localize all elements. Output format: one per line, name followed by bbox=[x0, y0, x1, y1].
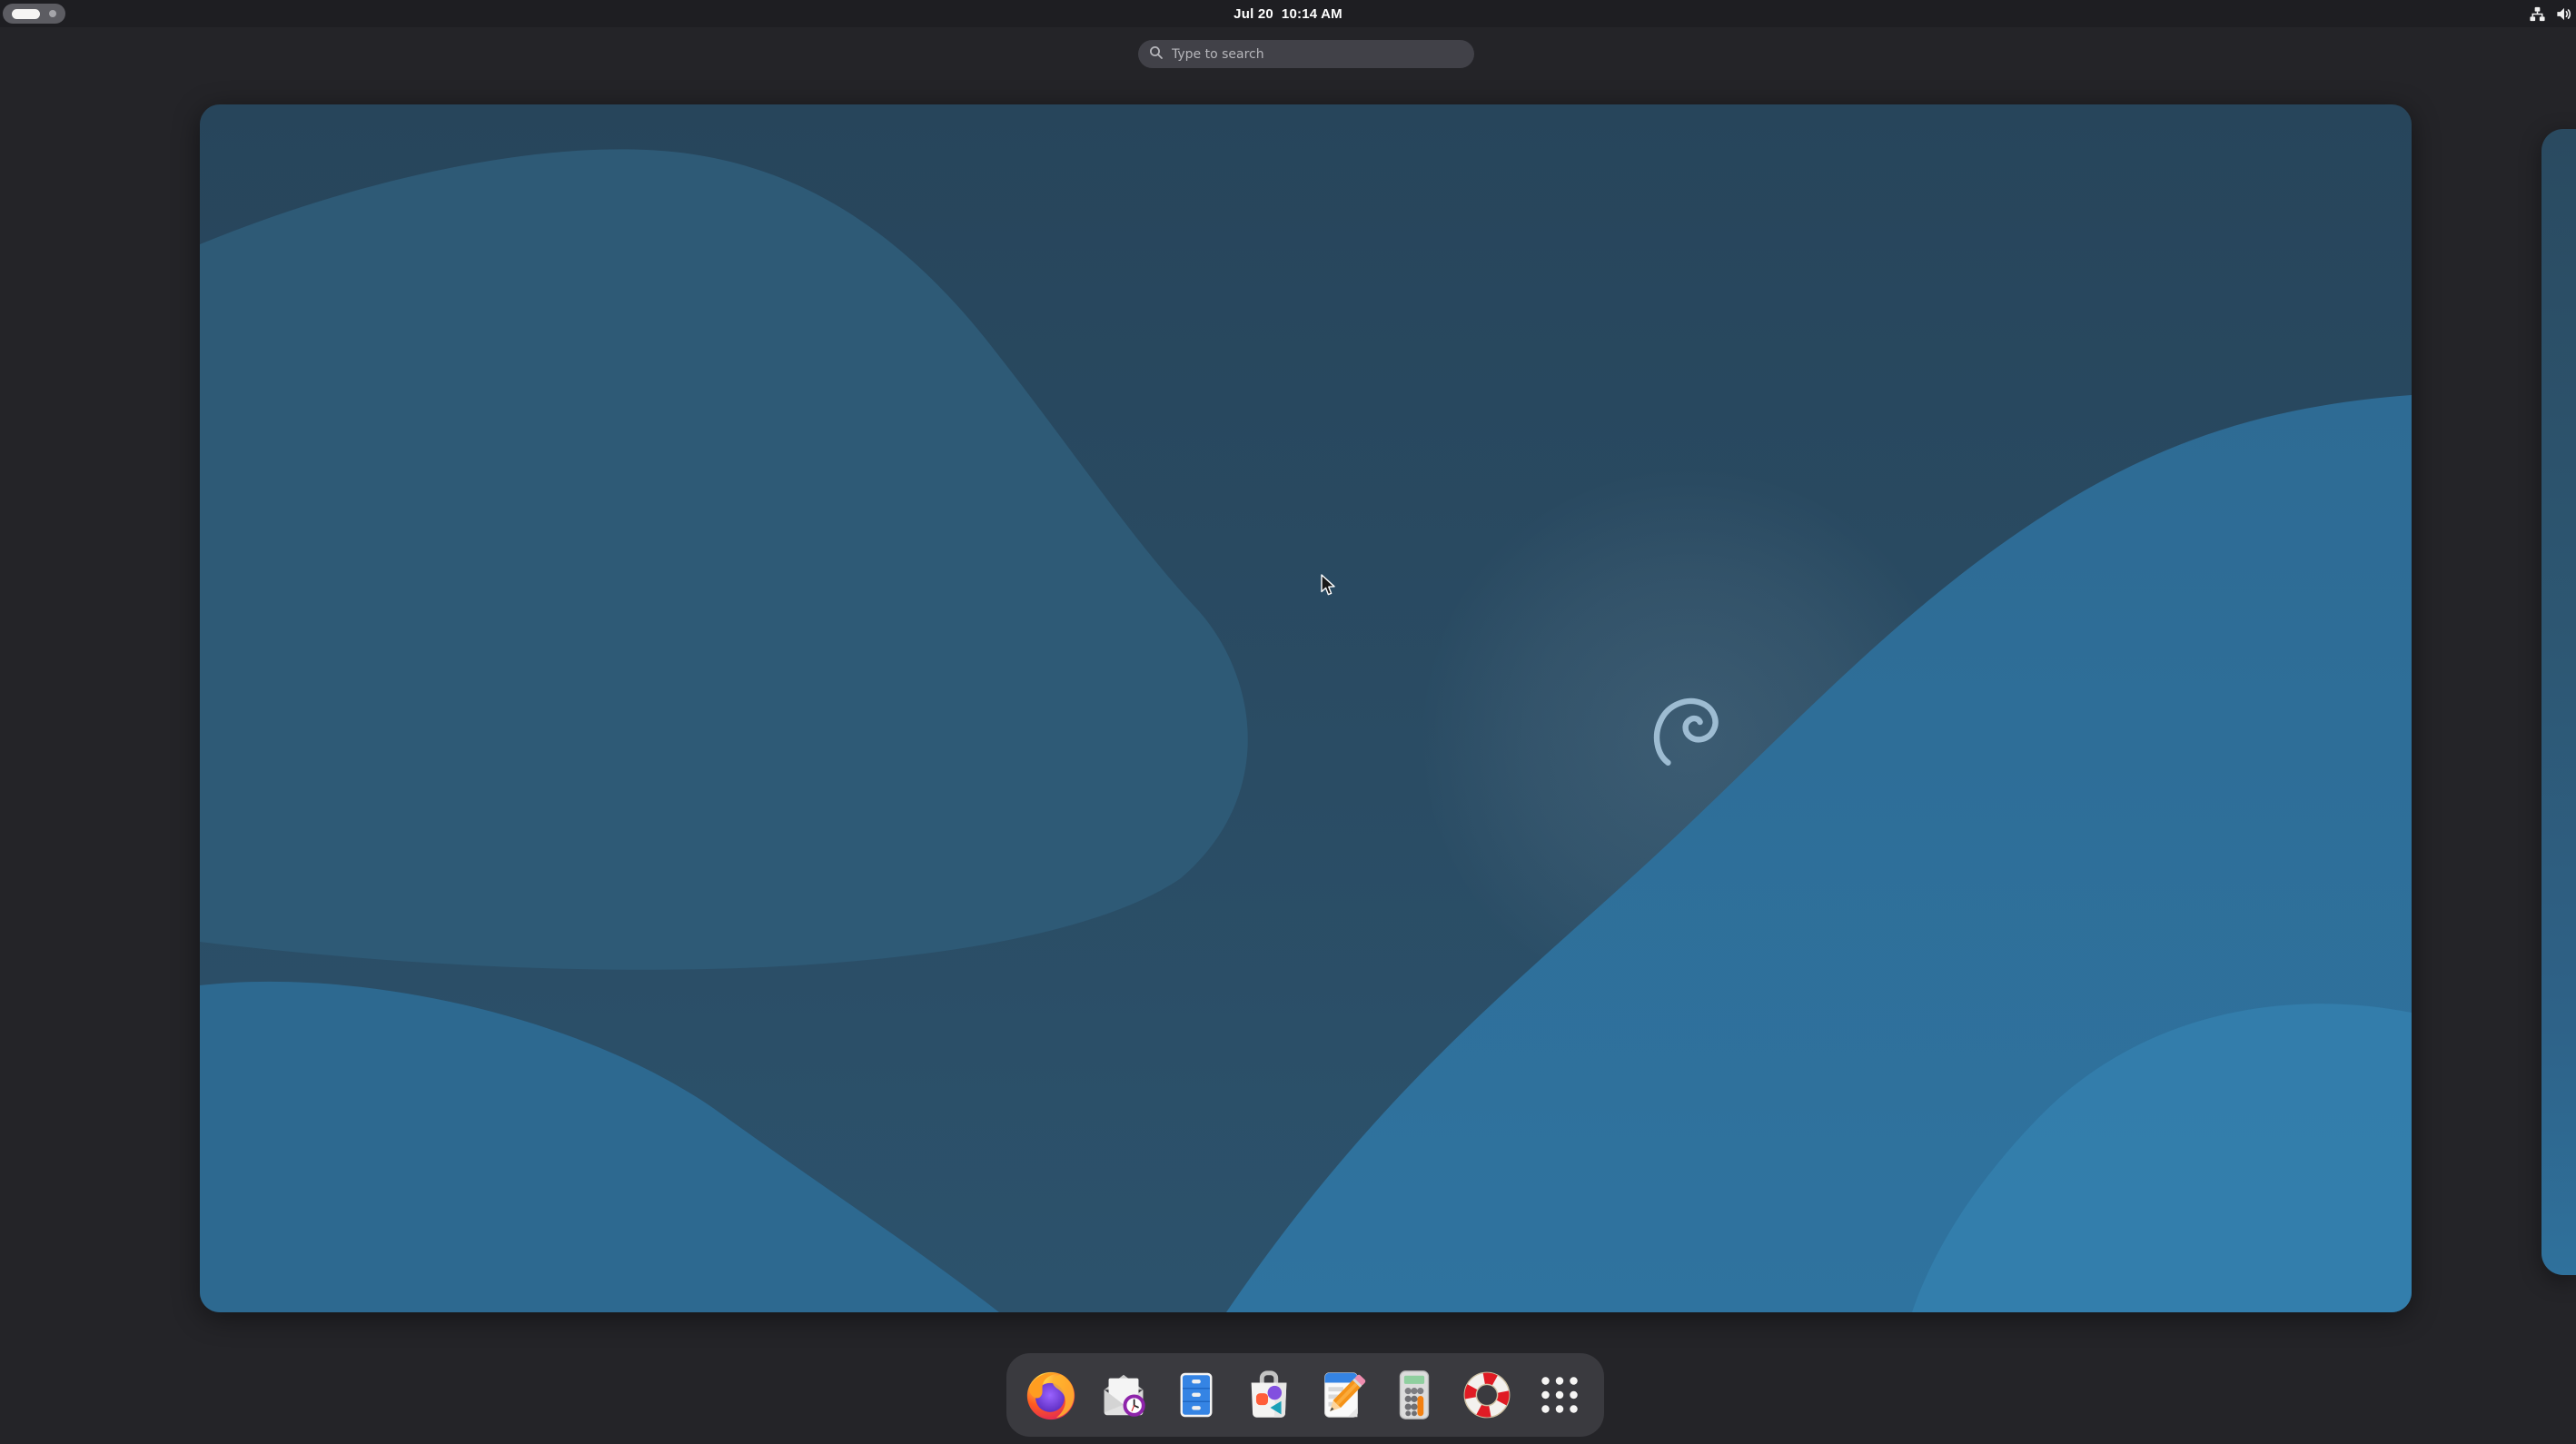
debian-wallpaper bbox=[200, 104, 2412, 1312]
firefox-icon bbox=[1023, 1367, 1079, 1423]
evolution-icon bbox=[1095, 1367, 1152, 1423]
dock-item-software[interactable] bbox=[1240, 1366, 1298, 1424]
workspace-dot bbox=[49, 10, 56, 17]
workspace-pill-active bbox=[12, 9, 40, 19]
dash-dock bbox=[1006, 1353, 1604, 1437]
dock-item-files[interactable] bbox=[1167, 1366, 1225, 1424]
search-icon bbox=[1149, 45, 1164, 64]
search-input[interactable] bbox=[1172, 47, 1463, 62]
help-icon bbox=[1459, 1367, 1515, 1423]
workspace-indicator[interactable] bbox=[3, 4, 65, 24]
dock-item-help[interactable] bbox=[1458, 1366, 1516, 1424]
show-apps-icon bbox=[1531, 1367, 1588, 1423]
dock-item-evolution[interactable] bbox=[1095, 1366, 1153, 1424]
clock-time: 10:14 AM bbox=[1282, 6, 1342, 22]
software-icon bbox=[1241, 1367, 1297, 1423]
search-bar bbox=[1138, 40, 1474, 68]
clock-menu-button[interactable]: Jul 20 10:14 AM bbox=[1234, 0, 1342, 27]
files-icon bbox=[1168, 1367, 1224, 1423]
dock-item-firefox[interactable] bbox=[1022, 1366, 1080, 1424]
system-status-area[interactable] bbox=[2527, 0, 2574, 27]
workspace-thumbnail-next-partial[interactable] bbox=[2541, 129, 2576, 1275]
network-wired-icon bbox=[2529, 5, 2546, 23]
gnome-activities-overview: { "top_bar": { "date": "Jul 20", "time":… bbox=[0, 0, 2576, 1444]
clock-date: Jul 20 bbox=[1234, 6, 1273, 22]
dock-item-text-editor[interactable] bbox=[1313, 1366, 1371, 1424]
text-editor-icon bbox=[1313, 1367, 1370, 1423]
dock-item-show-apps[interactable] bbox=[1531, 1366, 1589, 1424]
top-bar: Jul 20 10:14 AM bbox=[0, 0, 2576, 27]
workspace-thumbnail-active[interactable] bbox=[200, 104, 2412, 1312]
dock-item-calculator[interactable] bbox=[1385, 1366, 1443, 1424]
volume-icon bbox=[2555, 5, 2572, 23]
calculator-icon bbox=[1386, 1367, 1442, 1423]
